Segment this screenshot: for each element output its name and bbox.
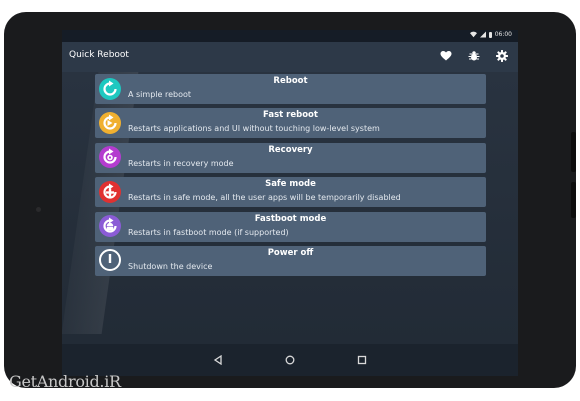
option-safe-mode[interactable]: Safe mode Restarts in safe mode, all the… <box>95 177 486 208</box>
back-triangle-icon[interactable] <box>210 352 226 368</box>
option-reboot[interactable]: Reboot A simple reboot <box>95 74 486 104</box>
app-bar: Quick Reboot <box>62 42 518 72</box>
front-camera <box>36 207 41 212</box>
heart-icon[interactable] <box>438 48 454 64</box>
volume-button <box>571 132 576 172</box>
navigation-bar <box>62 344 518 376</box>
option-description: A simple reboot <box>128 90 192 99</box>
toolbar-actions <box>438 48 510 64</box>
option-title: Fastboot mode <box>254 213 327 224</box>
wifi-icon <box>469 31 477 38</box>
option-title: Recovery <box>268 144 313 155</box>
option-power-off[interactable]: Power off Shutdown the device <box>95 245 486 276</box>
reboot-options-list: Reboot A simple reboot Fast reboot Resta… <box>95 74 486 280</box>
signal-icon <box>479 31 486 38</box>
device-screen: 06:00 Quick Reboot Reboot A simple reboo… <box>62 30 518 376</box>
option-description: Restarts in safe mode, all the user apps… <box>128 193 401 203</box>
option-recovery[interactable]: Recovery Restarts in recovery mode <box>95 142 486 173</box>
status-icons: 06:00 <box>469 31 512 38</box>
bug-icon[interactable] <box>466 48 482 64</box>
option-title: Reboot <box>273 76 308 86</box>
gear-icon[interactable] <box>494 48 510 64</box>
option-title: Fast reboot <box>263 110 318 121</box>
option-description: Restarts in recovery mode <box>128 158 234 168</box>
option-fast-reboot[interactable]: Fast reboot Restarts applications and UI… <box>95 108 486 139</box>
option-title: Power off <box>267 247 314 258</box>
home-circle-icon[interactable] <box>282 352 298 368</box>
battery-icon <box>488 31 492 38</box>
status-time: 06:00 <box>494 31 512 38</box>
option-title: Safe mode <box>265 179 316 190</box>
recents-square-icon[interactable] <box>354 352 370 368</box>
power-button <box>571 182 576 218</box>
option-description: Shutdown the device <box>128 261 213 271</box>
option-description: Restarts applications and UI without tou… <box>128 124 380 134</box>
status-bar: 06:00 <box>62 30 518 42</box>
option-description: Restarts in fastboot mode (if supported) <box>128 227 289 237</box>
app-title: Quick Reboot <box>69 50 129 60</box>
option-fastboot-mode[interactable]: Fastboot mode Restarts in fastboot mode … <box>95 211 486 242</box>
options-panel: Reboot A simple reboot Fast reboot Resta… <box>62 72 518 344</box>
watermark: GetAndroid.iR <box>9 372 121 391</box>
